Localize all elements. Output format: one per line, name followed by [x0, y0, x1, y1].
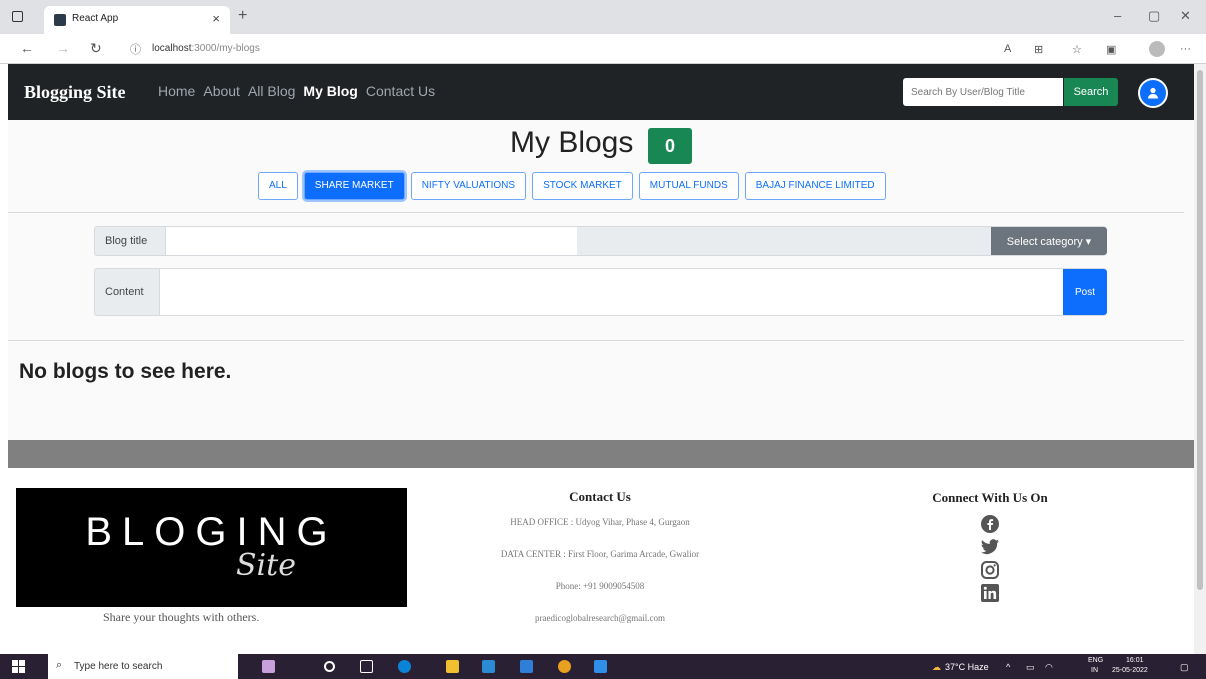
clock-time[interactable]: 16:01 — [1126, 657, 1144, 664]
nav-link-all-blog[interactable]: All Blog — [248, 83, 295, 99]
divider — [8, 212, 1184, 213]
filter-bajaj-finance-limited[interactable]: BAJAJ FINANCE LIMITED — [744, 172, 886, 200]
footer-band — [8, 440, 1194, 468]
windows-taskbar: ⌕ Type here to search ☁ 37°C Haze ^ ▭ ◠ … — [0, 654, 1206, 679]
favorites-icon[interactable]: ☆ — [1072, 43, 1082, 56]
wifi-icon[interactable]: ◠ — [1045, 662, 1053, 673]
maximize-icon[interactable]: ▢ — [1148, 8, 1160, 24]
taskbar-search[interactable]: ⌕ Type here to search — [48, 654, 238, 679]
chrome-icon[interactable] — [558, 660, 571, 673]
mail-icon[interactable] — [520, 660, 533, 673]
contact-head-office: HEAD OFFICE : Udyog Vihar, Phase 4, Gurg… — [510, 517, 690, 527]
nav-link-home[interactable]: Home — [158, 83, 195, 99]
nav-link-contact-us[interactable]: Contact Us — [366, 83, 435, 99]
search-icon: ⌕ — [56, 659, 63, 671]
divider — [8, 340, 1184, 341]
tab-close-icon[interactable]: × — [212, 11, 220, 26]
clock-date: 25-05-2022 — [1112, 667, 1148, 674]
tray-chevron-icon[interactable]: ^ — [1006, 662, 1010, 672]
instagram-icon[interactable] — [980, 560, 1000, 580]
footer-logo: BLOGING Site — [16, 488, 407, 607]
logo-script: Site — [236, 548, 296, 583]
footer-tagline: Share your thoughts with others. — [103, 610, 260, 624]
post-button[interactable]: Post — [1063, 269, 1107, 315]
app-navbar: Blogging Site Home About All Blog My Blo… — [8, 64, 1194, 120]
back-icon[interactable]: ← — [20, 40, 34, 56]
battery-icon[interactable]: ▭ — [1026, 662, 1035, 673]
page-title: My Blogs — [510, 126, 634, 159]
taskbar-search-text: Type here to search — [74, 661, 163, 672]
browser-tab-strip: React App × + – ▢ ✕ — [0, 0, 1206, 34]
search-input[interactable] — [903, 78, 1063, 106]
tab-actions-icon[interactable] — [12, 11, 23, 22]
contact-email[interactable]: praedicoglobalresearch@gmail.com — [440, 613, 760, 623]
content-textarea[interactable] — [159, 269, 1063, 315]
nav-links: Home About All Blog My Blog Contact Us — [158, 83, 443, 99]
new-tab-icon[interactable]: + — [238, 7, 247, 25]
footer-contact: Contact Us HEAD OFFICE : Udyog Vihar, Ph… — [440, 489, 760, 645]
vscode-icon[interactable] — [594, 660, 607, 673]
blog-title-label: Blog title — [105, 235, 148, 247]
logo-wordmark: BLOGING — [85, 510, 338, 554]
content-row: Content Post — [94, 268, 1107, 316]
weather-text[interactable]: 37°C Haze — [945, 662, 989, 672]
social-links — [905, 514, 1075, 603]
close-window-icon[interactable]: ✕ — [1180, 8, 1191, 24]
content-label: Content — [105, 286, 144, 298]
filter-stock-market[interactable]: STOCK MARKET — [532, 172, 633, 200]
url-field[interactable]: ⓘ localhost:3000/my-blogs — [124, 37, 984, 61]
file-explorer-icon[interactable] — [446, 660, 459, 673]
notifications-icon[interactable]: ▢ — [1180, 662, 1189, 673]
contact-heading: Contact Us — [569, 489, 631, 504]
filter-nifty-valuations[interactable]: NIFTY VALUATIONS — [410, 172, 527, 200]
more-icon[interactable]: ··· — [1180, 43, 1191, 55]
nav-link-my-blog[interactable]: My Blog — [303, 83, 357, 99]
search-button[interactable]: Search — [1064, 78, 1118, 106]
task-view-icon[interactable] — [360, 660, 373, 673]
reload-icon[interactable]: ↻ — [90, 40, 102, 57]
read-aloud-icon[interactable]: A — [1004, 43, 1011, 55]
user-avatar-icon[interactable] — [1138, 78, 1168, 108]
facebook-icon[interactable] — [980, 514, 1000, 534]
nav-link-about[interactable]: About — [203, 83, 240, 99]
url-text: localhost:3000/my-blogs — [152, 43, 260, 54]
linkedin-icon[interactable] — [980, 583, 1000, 603]
app-available-icon[interactable]: ⊞ — [1034, 43, 1043, 56]
forward-icon[interactable]: → — [56, 40, 70, 56]
language-indicator[interactable]: ENG — [1088, 657, 1103, 664]
weather-icon: ☁ — [932, 662, 941, 672]
footer-connect: Connect With Us On — [905, 490, 1075, 603]
site-info-icon[interactable]: ⓘ — [130, 41, 141, 57]
page-scrollbar[interactable] — [1194, 64, 1206, 654]
collections-icon[interactable]: ▣ — [1106, 43, 1116, 56]
windows-start-icon[interactable] — [12, 660, 25, 673]
empty-state-message: No blogs to see here. — [19, 360, 232, 383]
browser-profile-icon[interactable] — [1149, 41, 1165, 57]
blog-count-badge: 0 — [648, 128, 692, 164]
address-bar: ← → ↻ ⓘ localhost:3000/my-blogs A ⊞ ☆ ▣ … — [0, 34, 1206, 64]
minimize-icon[interactable]: – — [1114, 8, 1121, 23]
tab-title: React App — [72, 13, 119, 24]
brand-logo[interactable]: Blogging Site — [24, 82, 126, 103]
scrollbar-thumb[interactable] — [1197, 70, 1203, 590]
filter-all[interactable]: ALL — [258, 172, 298, 200]
react-favicon-icon — [54, 14, 66, 26]
blog-title-input[interactable] — [165, 227, 577, 255]
select-category-dropdown[interactable]: Select category ▾ — [991, 227, 1107, 255]
browser-tab[interactable]: React App × — [44, 6, 230, 34]
twitter-icon[interactable] — [980, 537, 1000, 557]
connect-heading: Connect With Us On — [932, 490, 1048, 505]
cortana-icon[interactable] — [324, 661, 335, 672]
contact-phone: Phone: +91 9009054508 — [555, 581, 645, 591]
widget-icon[interactable] — [262, 660, 275, 673]
blog-title-row: Blog title Select category ▾ — [94, 226, 1107, 256]
region-indicator: IN — [1091, 667, 1098, 674]
filter-share-market[interactable]: SHARE MARKET — [303, 172, 405, 200]
filter-mutual-funds[interactable]: MUTUAL FUNDS — [638, 172, 739, 200]
contact-data-center: DATA CENTER : First Floor, Garima Arcade… — [500, 549, 700, 559]
category-filters: ALL SHARE MARKET NIFTY VALUATIONS STOCK … — [258, 172, 886, 200]
store-icon[interactable] — [482, 660, 495, 673]
edge-icon[interactable] — [398, 660, 411, 673]
